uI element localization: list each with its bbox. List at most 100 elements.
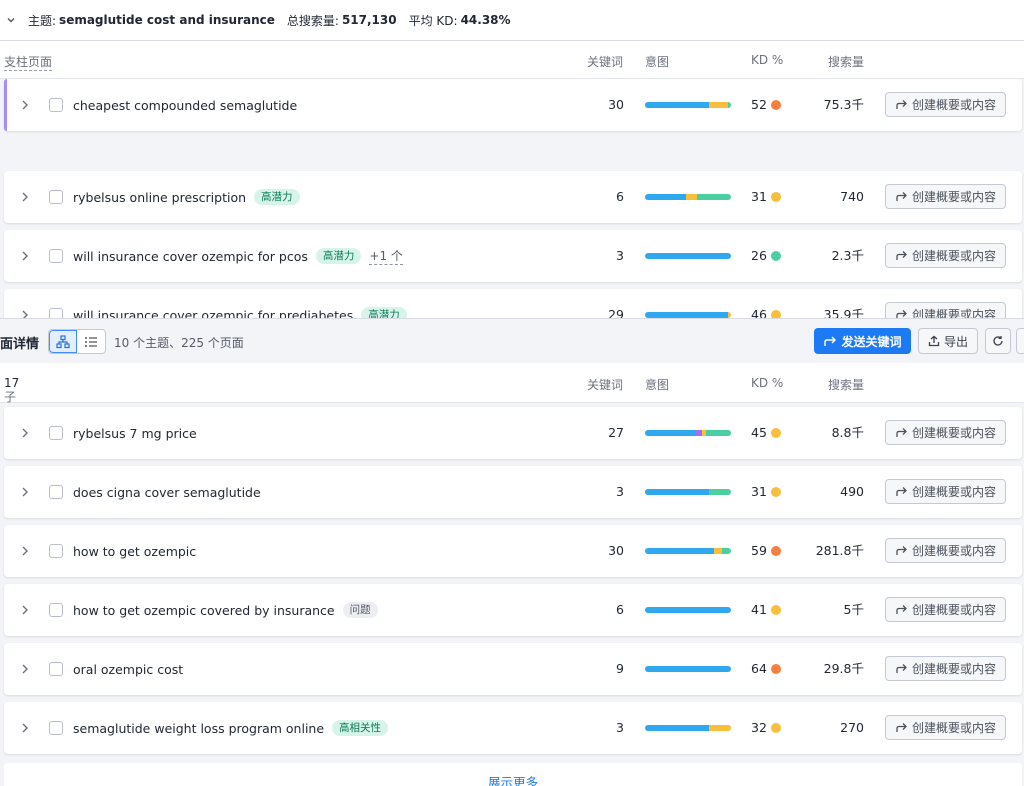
keyword-row[interactable]: semaglutide weight loss program online 高相…: [4, 702, 1022, 754]
intent-bar: [645, 194, 731, 200]
chevron-right-icon[interactable]: [20, 485, 30, 499]
kd-difficulty-dot: [771, 100, 781, 110]
chevron-right-icon[interactable]: [20, 190, 30, 204]
intent-bar: [645, 253, 731, 259]
share-arrow-icon: [896, 100, 907, 109]
volume-value: 8.8千: [831, 425, 864, 440]
kd-column-header: KD %: [751, 376, 784, 390]
more-tags[interactable]: +1 个: [369, 247, 403, 265]
intent-segment: [645, 253, 731, 259]
send-keywords-button[interactable]: 发送关键词: [814, 328, 911, 354]
row-checkbox[interactable]: [49, 662, 63, 676]
share-arrow-icon: [896, 428, 907, 437]
kd-value: 64: [751, 661, 767, 676]
create-brief-button[interactable]: 创建概要或内容: [885, 597, 1006, 622]
create-brief-label: 创建概要或内容: [911, 249, 996, 263]
volume-value: 5千: [843, 602, 864, 617]
chevron-right-icon[interactable]: [20, 603, 30, 617]
keyword-text[interactable]: cheapest compounded semaglutide: [73, 98, 297, 113]
create-brief-button[interactable]: 创建概要或内容: [885, 184, 1006, 209]
subpages-section: 子页面: 17 关键词 意图 KD % 搜索量 rybelsus 7 mg pr…: [0, 363, 1024, 786]
create-brief-label: 创建概要或内容: [911, 662, 996, 676]
create-brief-button[interactable]: 创建概要或内容: [885, 420, 1006, 445]
kd-difficulty-dot: [771, 723, 781, 733]
create-brief-button[interactable]: 创建概要或内容: [885, 243, 1006, 268]
keyword-row[interactable]: cheapest compounded semaglutide 30 52 75.3千…: [4, 79, 1022, 131]
create-brief-label: 创建概要或内容: [911, 190, 996, 204]
row-checkbox[interactable]: [49, 603, 63, 617]
keyword-tag: 高相关性: [332, 720, 389, 736]
create-brief-button[interactable]: 创建概要或内容: [885, 92, 1006, 117]
intent-column-header: 意图: [645, 55, 670, 69]
keyword-text[interactable]: rybelsus 7 mg price: [73, 426, 197, 441]
create-brief-button[interactable]: 创建概要或内容: [885, 656, 1006, 681]
kd-difficulty-dot: [771, 428, 781, 438]
intent-segment: [706, 430, 731, 436]
volume-value: 75.3千: [823, 97, 864, 112]
keyword-text[interactable]: how to get ozempic covered by insurance: [73, 603, 335, 618]
kd-value: 41: [751, 602, 767, 617]
chevron-right-icon[interactable]: [20, 98, 30, 112]
kd-column-header: KD %: [751, 53, 784, 67]
intent-segment: [645, 194, 687, 200]
keyword-row[interactable]: does cigna cover semaglutide 3 31 490 创建概要或内…: [4, 466, 1022, 518]
keyword-cell: rybelsus 7 mg price: [73, 407, 197, 459]
keyword-count: 3: [616, 484, 624, 499]
topic-name: semaglutide cost and insurance: [59, 13, 275, 27]
chevron-down-icon[interactable]: [6, 15, 16, 25]
chevron-right-icon[interactable]: [20, 544, 30, 558]
chevron-right-icon[interactable]: [20, 249, 30, 263]
keyword-text[interactable]: does cigna cover semaglutide: [73, 485, 261, 500]
details-title: 面详情: [0, 337, 40, 352]
row-checkbox[interactable]: [49, 721, 63, 735]
row-checkbox[interactable]: [49, 190, 63, 204]
keyword-text[interactable]: how to get ozempic: [73, 544, 196, 559]
chevron-right-icon[interactable]: [20, 721, 30, 735]
intent-segment: [645, 548, 714, 554]
keyword-row[interactable]: oral ozempic cost 9 64 29.8千 创建概要或内容: [4, 643, 1022, 695]
avg-kd-label: 平均 KD:: [408, 13, 458, 28]
show-more-link[interactable]: 展示更多: [4, 763, 1022, 786]
intent-segment: [645, 607, 731, 613]
list-view-icon[interactable]: [77, 330, 105, 353]
more-button[interactable]: [1016, 328, 1024, 354]
row-checkbox[interactable]: [49, 98, 63, 112]
keyword-text[interactable]: rybelsus online prescription: [73, 190, 246, 205]
chevron-right-icon[interactable]: [20, 662, 30, 676]
intent-segment: [645, 430, 695, 436]
send-keywords-label: 发送关键词: [841, 334, 902, 349]
keyword-text[interactable]: will insurance cover ozempic for pcos: [73, 249, 308, 264]
keyword-text[interactable]: oral ozempic cost: [73, 662, 183, 677]
topic-prefix: 主题:: [28, 13, 57, 28]
chevron-right-icon[interactable]: [20, 426, 30, 440]
create-brief-button[interactable]: 创建概要或内容: [885, 538, 1006, 563]
keyword-cell: will insurance cover ozempic for pcos 高潜力…: [73, 230, 403, 282]
keyword-count: 29: [608, 307, 624, 319]
keyword-row[interactable]: rybelsus online prescription 高潜力 6 31 740 创建概…: [4, 171, 1022, 223]
intent-bar: [645, 666, 731, 672]
row-checkbox[interactable]: [49, 249, 63, 263]
row-checkbox[interactable]: [49, 485, 63, 499]
keyword-row[interactable]: rybelsus 7 mg price 27 45 8.8千 创建概要或内容: [4, 407, 1022, 459]
keyword-cell: cheapest compounded semaglutide: [73, 79, 297, 131]
create-brief-label: 创建概要或内容: [911, 721, 996, 735]
keyword-row[interactable]: will insurance cover ozempic for pcos 高潜力…: [4, 230, 1022, 282]
create-brief-button[interactable]: 创建概要或内容: [885, 715, 1006, 740]
intent-segment: [708, 102, 728, 108]
keyword-text[interactable]: semaglutide weight loss program online: [73, 721, 324, 736]
row-checkbox[interactable]: [49, 544, 63, 558]
keyword-row[interactable]: will insurance cover ozempic for prediab…: [4, 289, 1022, 319]
row-checkbox[interactable]: [49, 426, 63, 440]
create-brief-button[interactable]: 创建概要或内容: [885, 302, 1006, 319]
intent-segment: [708, 489, 731, 495]
create-brief-label: 创建概要或内容: [911, 98, 996, 112]
keyword-row[interactable]: how to get ozempic 30 59 281.8千 创建概要或内容: [4, 525, 1022, 577]
pillar-page-header[interactable]: 支柱页面: [4, 53, 53, 71]
export-button[interactable]: 导出: [918, 328, 978, 354]
tree-view-icon[interactable]: [49, 330, 78, 353]
kd-value: 52: [751, 97, 767, 112]
create-brief-button[interactable]: 创建概要或内容: [885, 479, 1006, 504]
refresh-button[interactable]: [985, 328, 1011, 354]
keyword-row[interactable]: how to get ozempic covered by insurance 问…: [4, 584, 1022, 636]
intent-segment: [645, 489, 709, 495]
